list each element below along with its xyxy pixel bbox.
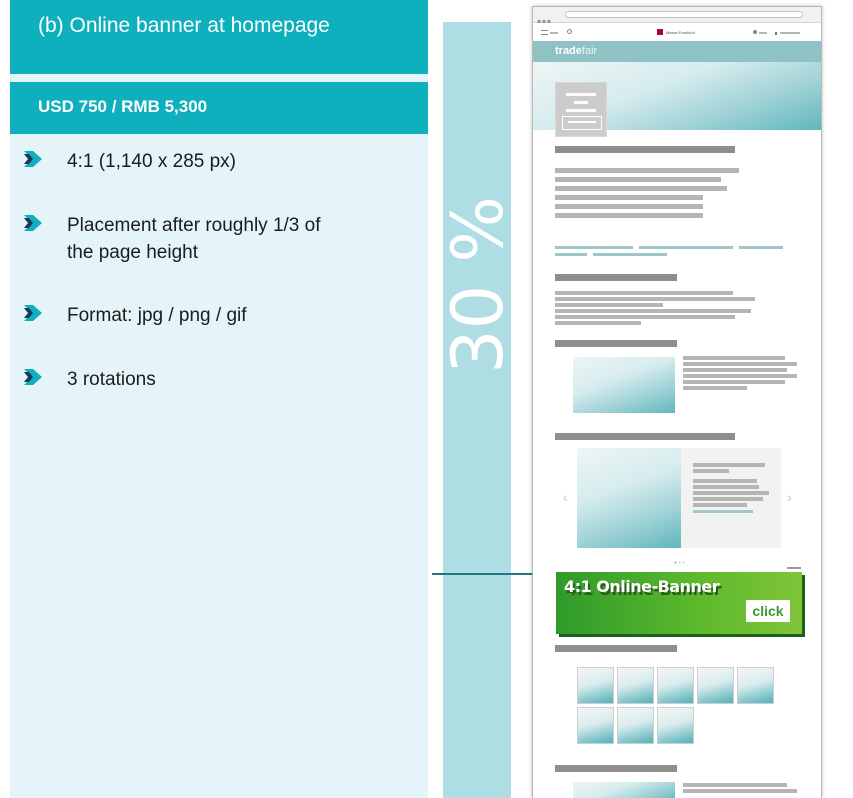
gallery-thumbnail[interactable] xyxy=(617,667,654,704)
banner-label: 4:1 Online-Banner xyxy=(564,577,720,596)
price-bar: USD 750 / RMB 5,300 xyxy=(10,82,428,134)
bullet-text: Format: jpg / png / gif xyxy=(67,305,247,326)
price-label: USD 750 / RMB 5,300 xyxy=(38,97,208,116)
carousel-image xyxy=(577,448,681,548)
bullet-text: 3 rotations xyxy=(67,369,156,390)
window-dots-icon xyxy=(537,11,553,24)
arrow-icon xyxy=(24,151,42,167)
search-icon xyxy=(567,29,572,34)
arrow-icon xyxy=(24,369,42,385)
site-name: tradefair xyxy=(555,45,598,57)
bullet-text: Placement after roughly 1/3 of the page h… xyxy=(67,215,321,263)
arrow-icon xyxy=(24,305,42,321)
menu-icon xyxy=(541,30,548,35)
gallery-thumbnail[interactable] xyxy=(577,667,614,704)
teaser-image xyxy=(573,357,675,413)
percentage-label: 30 % xyxy=(437,196,519,374)
carousel-dots[interactable] xyxy=(674,551,686,564)
gallery-thumbnail[interactable] xyxy=(737,667,774,704)
bottom-teaser-image xyxy=(573,782,675,798)
logo-icon xyxy=(657,29,663,35)
panel-title: (b) Online banner at homepage xyxy=(38,14,330,37)
logo-text: Messe Frankfurt xyxy=(666,30,695,35)
user-icon xyxy=(753,30,757,34)
carousel xyxy=(577,448,781,548)
hero-logo-box xyxy=(555,82,607,137)
arrow-icon xyxy=(24,215,42,231)
site-topbar: Messe Frankfurt xyxy=(533,24,821,41)
browser-toolbar xyxy=(533,7,821,24)
header-bar: (b) Online banner at homepage xyxy=(10,0,428,74)
bullet-text: 4:1 (1,140 x 285 px) xyxy=(67,151,236,172)
address-bar xyxy=(565,11,803,18)
gallery-thumbnail[interactable] xyxy=(617,707,654,744)
chevron-right-icon[interactable]: › xyxy=(787,489,792,505)
gallery-thumbnail[interactable] xyxy=(577,707,614,744)
site-header: tradefair xyxy=(533,41,821,62)
chevron-left-icon[interactable]: ‹ xyxy=(563,489,568,505)
percentage-band xyxy=(443,22,511,798)
browser-mockup: Messe Frankfurt tradefair ‹ › 4:1 Online… xyxy=(532,6,822,798)
gallery-thumbnail[interactable] xyxy=(657,707,694,744)
pointer-line xyxy=(432,573,540,575)
banner-click-button[interactable]: click xyxy=(746,600,790,622)
info-panel: (b) Online banner at homepage USD 750 / … xyxy=(10,0,428,798)
gallery-thumbnail[interactable] xyxy=(697,667,734,704)
online-banner[interactable]: 4:1 Online-Banner click xyxy=(556,572,802,634)
gallery-thumbnail[interactable] xyxy=(657,667,694,704)
